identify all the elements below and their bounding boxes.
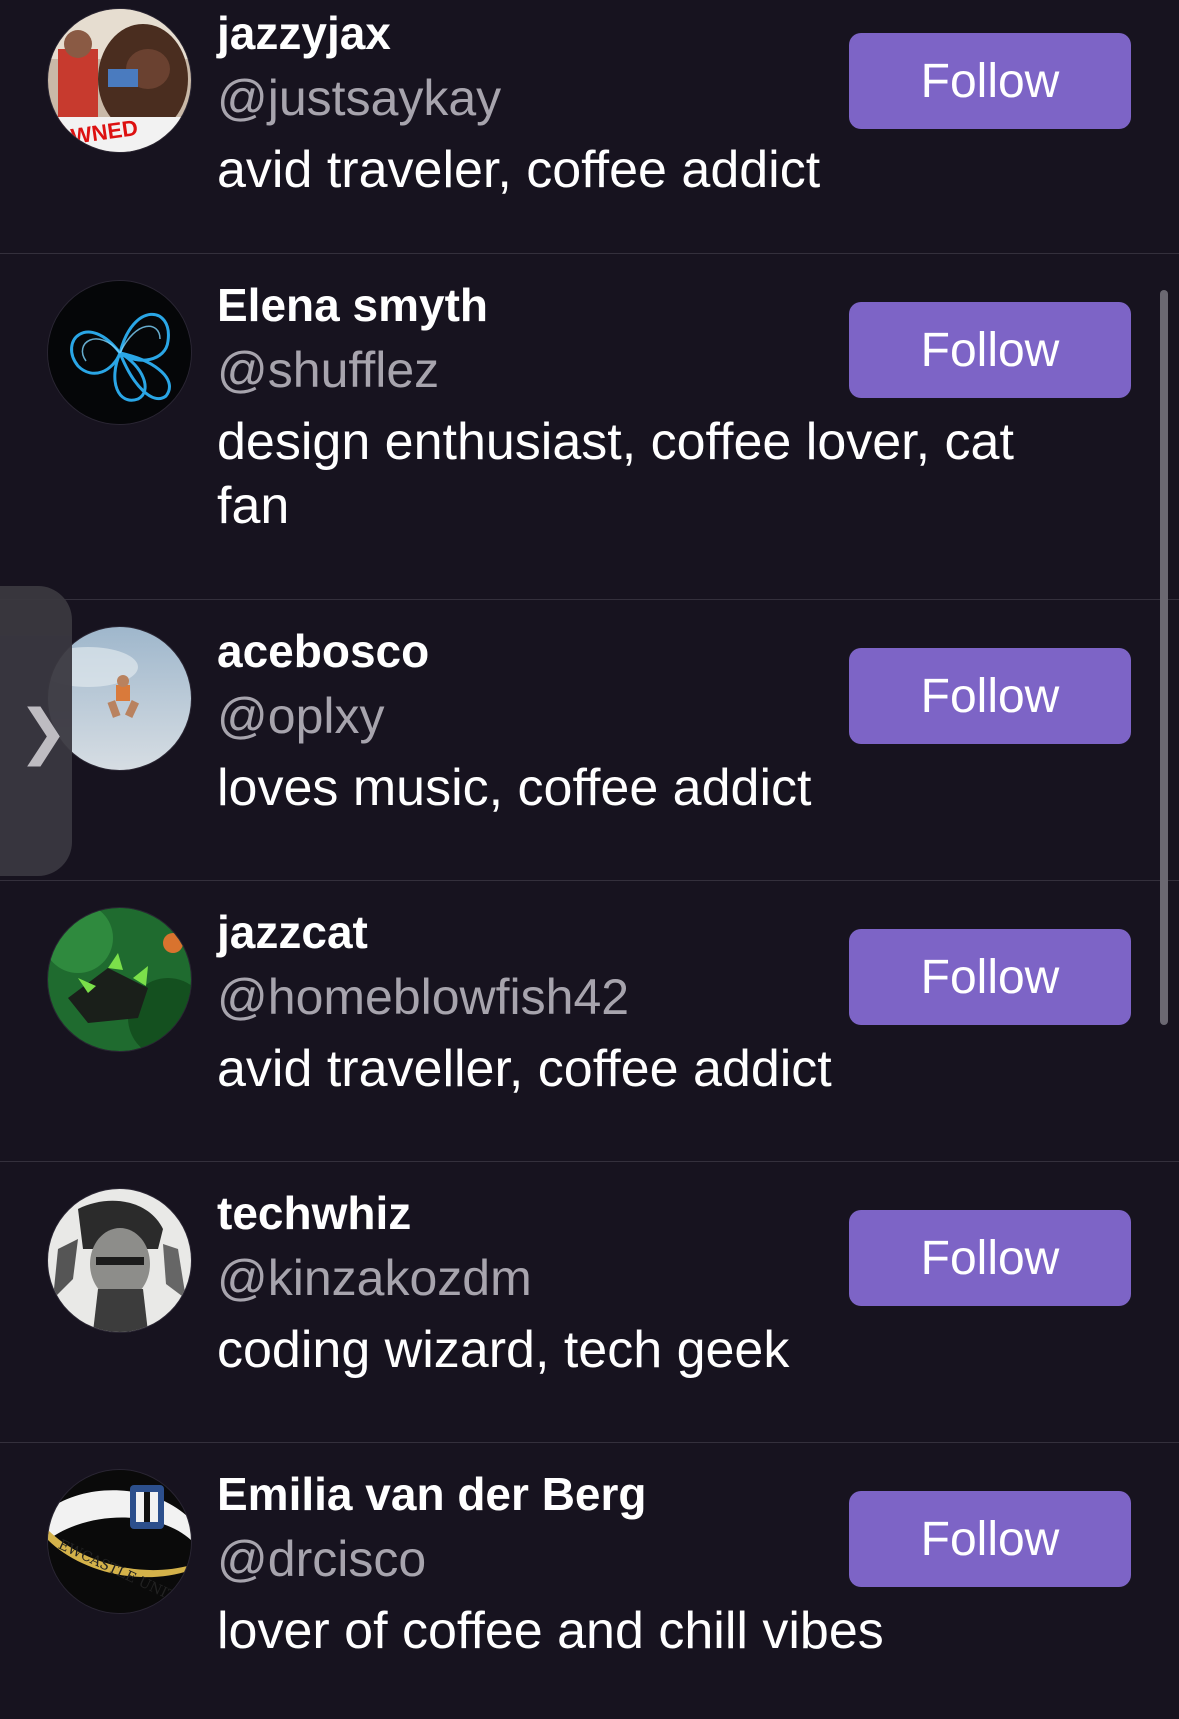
butterfly-icon xyxy=(48,281,191,424)
follow-button[interactable]: Follow xyxy=(849,648,1131,744)
user-row[interactable]: OWNED jazzyjax @justsaykay avid traveler… xyxy=(0,0,1179,254)
follow-button[interactable]: Follow xyxy=(849,1491,1131,1587)
avatar[interactable] xyxy=(48,281,191,424)
user-bio: coding wizard, tech geek xyxy=(217,1321,790,1379)
scrollbar[interactable] xyxy=(1160,290,1168,1025)
ape-photo-icon: OWNED xyxy=(48,9,191,152)
user-row[interactable]: jazzcat @homeblowfish42 avid traveller, … xyxy=(0,881,1179,1162)
chevron-right-icon: ❯ xyxy=(18,697,69,767)
user-row[interactable]: techwhiz @kinzakozdm coding wizard, tech… xyxy=(0,1162,1179,1443)
user-bio: lover of coffee and chill vibes xyxy=(217,1602,884,1660)
user-bio: loves music, coffee addict xyxy=(217,759,812,817)
green-creature-icon xyxy=(48,908,191,1051)
sketch-portrait-icon xyxy=(48,1189,191,1332)
follow-button[interactable]: Follow xyxy=(849,929,1131,1025)
follow-button[interactable]: Follow xyxy=(849,1210,1131,1306)
avatar[interactable]: EWCASTLE UNITE xyxy=(48,1470,191,1613)
follow-button[interactable]: Follow xyxy=(849,302,1131,398)
user-row[interactable]: EWCASTLE UNITE Emilia van der Berg @drci… xyxy=(0,1443,1179,1719)
follow-button[interactable]: Follow xyxy=(849,33,1131,129)
user-suggestions-page: OWNED jazzyjax @justsaykay avid traveler… xyxy=(0,0,1179,1719)
newcastle-crest-icon: EWCASTLE UNITE xyxy=(48,1470,191,1613)
avatar[interactable]: OWNED xyxy=(48,9,191,152)
user-bio: avid traveler, coffee addict xyxy=(217,141,821,199)
user-row[interactable]: Elena smyth @shufflez design enthusiast,… xyxy=(0,254,1179,600)
user-row[interactable]: acebosco @oplxy loves music, coffee addi… xyxy=(0,600,1179,881)
user-bio: design enthusiast, coffee lover, cat fan xyxy=(217,413,1014,535)
avatar[interactable] xyxy=(48,1189,191,1332)
avatar[interactable] xyxy=(48,908,191,1051)
user-bio: avid traveller, coffee addict xyxy=(217,1040,832,1098)
side-drawer-handle[interactable]: ❯ xyxy=(0,586,72,876)
user-list: OWNED jazzyjax @justsaykay avid traveler… xyxy=(0,0,1179,1719)
